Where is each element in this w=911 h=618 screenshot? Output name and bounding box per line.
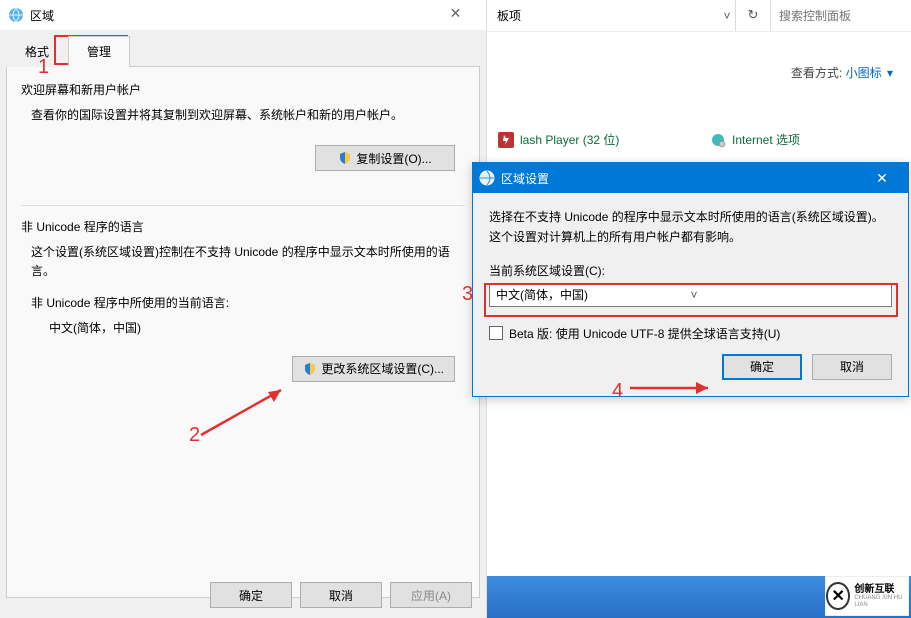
cp-item-flash[interactable]: lash Player (32 位) [498, 131, 619, 148]
dialog-buttons: 确定 取消 应用(A) [210, 582, 472, 608]
button-label: 更改系统区域设置(C)... [321, 360, 444, 377]
region-settings-modal: 区域设置 ✕ 选择在不支持 Unicode 的程序中显示文本时所使用的语言(系统… [472, 162, 909, 397]
locale-select-label: 当前系统区域设置(C): [489, 262, 892, 279]
cp-item-label: Internet 选项 [732, 131, 800, 148]
tab-content: 欢迎屏幕和新用户帐户 查看你的国际设置并将其复制到欢迎屏幕、系统帐户和新的用户帐… [6, 66, 480, 598]
cancel-button[interactable]: 取消 [300, 582, 382, 608]
flash-icon [498, 132, 514, 148]
chevron-down-icon[interactable]: ▾ [887, 66, 893, 80]
button-label: 复制设置(O)... [356, 150, 431, 167]
globe-icon [479, 170, 495, 186]
chevron-down-icon: ˅ [691, 288, 886, 302]
globe-icon [8, 7, 24, 23]
modal-titlebar: 区域设置 ✕ [473, 163, 908, 193]
close-icon[interactable]: ✕ [433, 0, 478, 30]
shield-icon [338, 151, 352, 165]
view-mode-line: 查看方式: 小图标 ▾ [791, 64, 893, 81]
modal-description: 选择在不支持 Unicode 的程序中显示文本时所使用的语言(系统区域设置)。这… [489, 207, 892, 248]
locale-select-value: 中文(简体，中国) [496, 286, 691, 303]
region-dialog: 区域 ✕ 格式 管理 欢迎屏幕和新用户帐户 查看你的国际设置并将其复制到欢迎屏幕… [0, 0, 487, 618]
control-panel-toolbar: 板项 ˅ ↻ [487, 0, 911, 32]
brand-logo: ✕ 创新互联 CHUANG XIN HU LIAN [825, 576, 909, 616]
view-label: 查看方式: [791, 66, 842, 80]
apply-button[interactable]: 应用(A) [390, 582, 472, 608]
cp-item-internet[interactable]: Internet 选项 [710, 131, 800, 148]
utf8-checkbox-row[interactable]: Beta 版: 使用 Unicode UTF-8 提供全球语言支持(U) [489, 325, 892, 342]
logo-cn: 创新互联 [854, 584, 908, 595]
tab-format[interactable]: 格式 [6, 36, 68, 67]
current-lang-label: 非 Unicode 程序中所使用的当前语言: [31, 294, 455, 311]
region-titlebar: 区域 ✕ [0, 0, 486, 30]
search-input[interactable] [771, 0, 911, 31]
view-value-link[interactable]: 小图标 [846, 66, 882, 80]
nonunicode-section-text: 这个设置(系统区域设置)控制在不支持 Unicode 的程序中显示文本时所使用的… [31, 243, 455, 281]
checkbox-label: Beta 版: 使用 Unicode UTF-8 提供全球语言支持(U) [509, 325, 780, 342]
change-locale-button[interactable]: 更改系统区域设置(C)... [292, 356, 455, 382]
ok-button[interactable]: 确定 [210, 582, 292, 608]
checkbox-icon[interactable] [489, 326, 503, 340]
close-icon[interactable]: ✕ [862, 170, 902, 187]
modal-title: 区域设置 [501, 170, 862, 187]
current-lang-value: 中文(简体，中国) [49, 319, 455, 336]
locale-select[interactable]: 中文(简体，中国) ˅ [489, 283, 892, 307]
modal-cancel-button[interactable]: 取消 [812, 354, 892, 380]
modal-ok-button[interactable]: 确定 [722, 354, 802, 380]
tab-manage[interactable]: 管理 [68, 36, 130, 67]
region-title: 区域 [30, 7, 433, 24]
tabs: 格式 管理 [6, 36, 480, 67]
welcome-section-title: 欢迎屏幕和新用户帐户 [21, 81, 465, 98]
copy-settings-button[interactable]: 复制设置(O)... [315, 145, 455, 171]
modal-buttons: 确定 取消 [489, 354, 892, 380]
nonunicode-section-title: 非 Unicode 程序的语言 [21, 218, 465, 235]
shield-icon [303, 362, 317, 376]
cp-item-label: lash Player (32 位) [520, 131, 619, 148]
refresh-icon[interactable]: ↻ [735, 0, 771, 31]
globe-gear-icon [710, 132, 726, 148]
address-text: 板项 [497, 7, 521, 24]
address-dropdown-icon[interactable]: ˅ [719, 9, 735, 23]
logo-en: CHUANG XIN HU LIAN [854, 595, 908, 608]
welcome-section-text: 查看你的国际设置并将其复制到欢迎屏幕、系统帐户和新的用户帐户。 [31, 106, 455, 125]
logo-mark: ✕ [826, 582, 850, 610]
address-bar[interactable]: 板项 [487, 7, 719, 24]
divider [21, 205, 465, 206]
